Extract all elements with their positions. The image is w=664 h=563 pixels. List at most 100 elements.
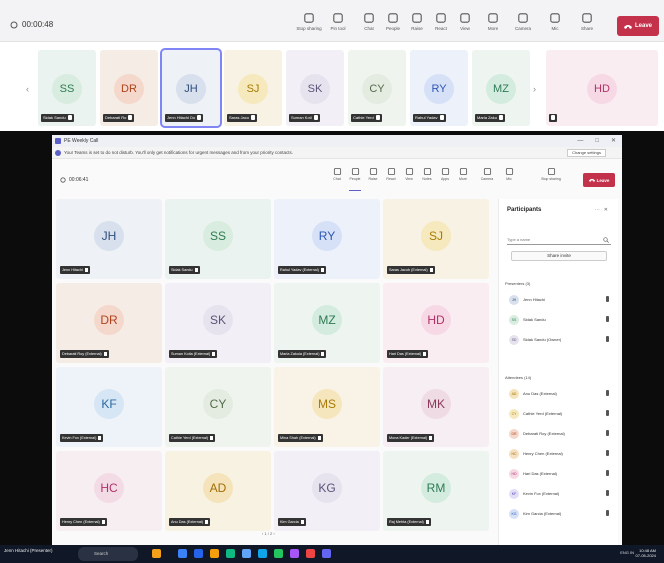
participant-thumb[interactable]: SS Sidak Sandu (38, 50, 96, 126)
video-tile[interactable]: CY Cathie Yerd (External) (165, 367, 271, 447)
mic-icon (606, 450, 609, 456)
toolbar-mic-button[interactable]: Mic (542, 12, 568, 38)
taskbar-clock[interactable]: 10:48 AM 07-05-2024 (636, 548, 656, 558)
toolbar-label: More (487, 26, 499, 31)
toolbar-react-button[interactable]: React (428, 12, 454, 38)
participant-thumb[interactable]: DR Debarati Ro (100, 50, 158, 126)
video-tile[interactable]: MS Mina Shah (External) (274, 367, 380, 447)
presenters-section-header[interactable]: Presenters (3) (505, 281, 530, 286)
inner-toolbar-more-button[interactable]: More (454, 167, 472, 191)
video-tile[interactable]: MK Mona Kader (External) (383, 367, 489, 447)
attendees-section-header[interactable]: Attendees (14) (505, 375, 531, 380)
participant-list-item[interactable]: KG Kim Garcia (External) (505, 507, 613, 521)
participant-thumb[interactable]: MZ Maria Zaku (472, 50, 530, 126)
participant-list-item[interactable]: CY Cathie Yerd (External) (505, 407, 613, 421)
video-tile[interactable]: KG Kim Garcia (274, 451, 380, 531)
video-tile[interactable]: RM Raj Mehta (External) (383, 451, 489, 531)
teams-app-icon[interactable] (322, 549, 331, 558)
taskbar-app-icon[interactable] (306, 549, 315, 558)
toolbar-label: Pin tool (330, 26, 346, 31)
avatar: HD (421, 305, 451, 335)
inner-toolbar-apps-button[interactable]: Apps (436, 167, 454, 191)
taskbar-app-icon[interactable] (242, 549, 251, 558)
inner-leave-button[interactable]: Leave (583, 173, 615, 187)
windows-start-icon[interactable] (178, 549, 187, 558)
video-tile[interactable]: SJ Saras Jacob (External) (383, 199, 489, 279)
participant-list-item[interactable]: DR Debarati Roy (External) (505, 427, 613, 441)
strip-next-arrow[interactable]: › (533, 84, 536, 94)
toolbar-share-button[interactable]: Share (574, 12, 600, 38)
video-tile[interactable]: SS Sidak Sandu (165, 199, 271, 279)
video-tile[interactable]: RY Rahul Yadav (External) (274, 199, 380, 279)
inner-toolbar-view-button[interactable]: View (400, 167, 418, 191)
teams-logo-icon (55, 138, 61, 144)
video-tile[interactable]: MZ Maria Zakula (External) (274, 283, 380, 363)
toolbar-chat-button[interactable]: Chat (356, 12, 382, 38)
participant-strip: ‹ SS Sidak Sandu DR Debarati Ro JH Jenn Hitac… (0, 44, 664, 130)
inner-toolbar-people-button[interactable]: People (346, 167, 364, 191)
taskbar-app-icon[interactable] (274, 549, 283, 558)
participant-list-item[interactable]: SS Sidak Sandu (505, 313, 613, 327)
video-tile[interactable]: AD Anu Das (External) (165, 451, 271, 531)
share-invite-button[interactable]: Share invite (511, 251, 607, 261)
participant-list-item[interactable]: KF Kevin Fox (External) (505, 487, 613, 501)
toolbar-pin-tool-button[interactable]: Pin tool (325, 12, 351, 38)
inner-meeting-toolbar: 00:06:41 Chat People Raise React View Notes Ap… (52, 163, 622, 195)
window-title: PE Weekly Call (64, 138, 99, 144)
leave-button[interactable]: Leave (617, 16, 659, 36)
video-tile[interactable]: KF Kevin Fox (External) (56, 367, 162, 447)
inner-toolbar-react-button[interactable]: React (382, 167, 400, 191)
participant-thumb[interactable]: CY Cathie Yerd (348, 50, 406, 126)
toolbar-stop-share-button[interactable]: Stop sharing (296, 12, 322, 38)
avatar-initials: HD (427, 313, 445, 327)
toolbar-more-button[interactable]: More (480, 12, 506, 38)
video-tile[interactable]: HC Henry Chen (External) (56, 451, 162, 531)
participant-list-item[interactable]: AD Anu Das (External) (505, 387, 613, 401)
minimize-icon[interactable]: — (577, 135, 583, 147)
participant-list-item[interactable]: HD Hari Das (External) (505, 467, 613, 481)
taskbar-search[interactable]: Search (78, 547, 138, 561)
participant-thumb[interactable]: JH Jenn Hitachi Do (160, 48, 222, 128)
participant-thumb[interactable]: RY Rahul Yadav (410, 50, 468, 126)
inner-toolbar-raise-hand-button[interactable]: Raise (364, 167, 382, 191)
taskbar-app-icon[interactable] (152, 549, 161, 558)
toolbar-people-button[interactable]: People (380, 12, 406, 38)
participant-list-item[interactable]: HC Henry Chen (External) (505, 447, 613, 461)
toolbar-raise-hand-button[interactable]: Raise (404, 12, 430, 38)
panel-controls[interactable]: ⋯✕ (595, 207, 612, 213)
toolbar-camera-button[interactable]: Camera (510, 12, 536, 38)
taskbar-app-icon[interactable] (226, 549, 235, 558)
system-tray[interactable]: ENG IN (620, 550, 634, 555)
avatar: DR (509, 429, 519, 439)
taskbar-app-icon[interactable] (258, 549, 267, 558)
video-tile[interactable]: DR Debarati Roy (External) (56, 283, 162, 363)
participant-list-item[interactable]: JH Jenn Hitachi (505, 293, 613, 307)
taskbar-app-icon[interactable] (290, 549, 299, 558)
participant-name: Kevin Fox (External) (62, 436, 97, 440)
inner-toolbar-notes-button[interactable]: Notes (418, 167, 436, 191)
grid-pager[interactable]: ‹ 1 / 2 › (262, 531, 275, 536)
avatar: HD (509, 469, 519, 479)
video-tile[interactable]: SK Suman Kotla (External) (165, 283, 271, 363)
video-tile[interactable]: JH Jenn Hitachi (56, 199, 162, 279)
taskbar-app-icon[interactable] (194, 549, 203, 558)
participant-search-input[interactable]: Type a name (507, 235, 611, 245)
inner-toolbar-chat-button[interactable]: Chat (328, 167, 346, 191)
maximize-icon[interactable]: □ (595, 135, 599, 147)
taskbar-app-icon[interactable] (210, 549, 219, 558)
participant-thumb-extra[interactable]: HD (546, 50, 658, 126)
participant-thumb[interactable]: SJ Saras Jaco (224, 50, 282, 126)
mic-icon (194, 268, 198, 272)
inner-toolbar-stop-share-button[interactable]: Stop sharing (541, 167, 561, 191)
inner-toolbar-mic-button[interactable]: Mic (500, 167, 518, 191)
meeting-timer: 00:00:48 (10, 20, 53, 29)
video-tile[interactable]: HD Hari Das (External) (383, 283, 489, 363)
close-icon[interactable]: ✕ (611, 135, 616, 147)
inner-toolbar-camera-button[interactable]: Camera (478, 167, 496, 191)
participant-thumb[interactable]: SK Suman Kotl (286, 50, 344, 126)
strip-prev-arrow[interactable]: ‹ (26, 84, 29, 94)
toolbar-view-button[interactable]: View (452, 12, 478, 38)
change-settings-button[interactable]: Change settings (567, 149, 606, 157)
raise-hand-icon (412, 13, 422, 23)
participant-list-item[interactable]: SD Sidak Sandu (Owner) (505, 333, 613, 347)
